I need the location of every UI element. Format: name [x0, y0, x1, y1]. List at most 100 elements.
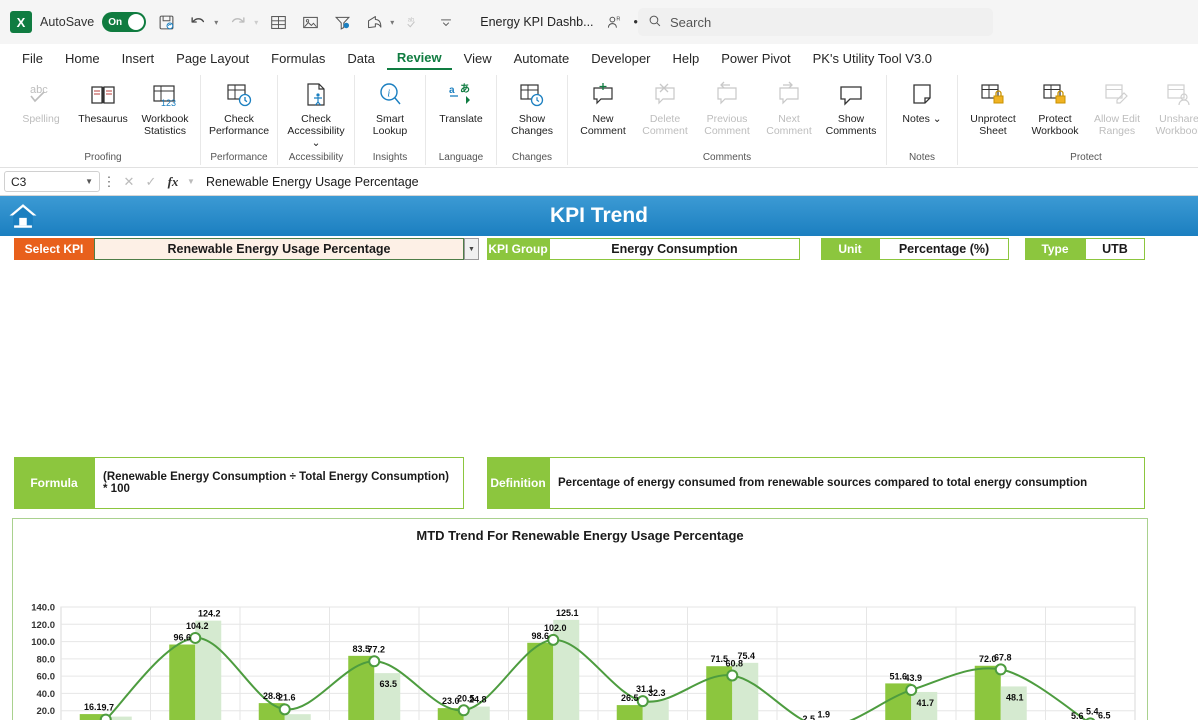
definition-value: Percentage of energy consumed from renew… — [549, 457, 1145, 509]
protect-workbook-button[interactable]: Protect Workbook — [1024, 75, 1086, 137]
dashboard-sheet: KPI Trend Select KPI Renewable Energy Us… — [0, 196, 1198, 720]
translate-label: Translate — [439, 113, 483, 125]
tab-developer[interactable]: Developer — [581, 48, 660, 69]
bar-actual[interactable] — [527, 642, 554, 720]
spelling-label: Spelling — [22, 113, 60, 125]
next-comment-button[interactable]: Next Comment — [758, 75, 820, 137]
undo-dropdown-icon[interactable]: ▾ — [214, 18, 218, 27]
group-name-notes: Notes — [908, 152, 936, 163]
share-dropdown-icon[interactable]: ▾ — [390, 18, 394, 27]
save-icon[interactable] — [154, 10, 178, 34]
mtd-chart-panel[interactable]: MTD Trend For Renewable Energy Usage Per… — [12, 518, 1148, 720]
allow-edit-ranges-icon — [1102, 79, 1132, 111]
tab-file[interactable]: File — [12, 48, 53, 69]
smart-lookup-button[interactable]: i Smart Lookup — [359, 75, 421, 137]
table-icon[interactable] — [266, 10, 290, 34]
toggle-knob — [128, 14, 145, 30]
bar-actual[interactable] — [169, 644, 196, 720]
excel-logo-icon: X — [10, 11, 32, 33]
check-accessibility-button[interactable]: Check Accessibility ⌄ — [282, 75, 350, 149]
previous-comment-label: Previous Comment — [704, 113, 750, 138]
tab-insert[interactable]: Insert — [112, 48, 165, 69]
ribbon: abc Spelling Thesaurus 123 Workbook Stat… — [0, 72, 1198, 168]
target-marker[interactable] — [636, 695, 649, 708]
data-label-target: 21.6 — [278, 692, 296, 702]
allow-edit-ranges-button[interactable]: Allow Edit Ranges — [1086, 75, 1148, 137]
kpi-group-value: Energy Consumption — [549, 238, 800, 260]
new-comment-icon — [588, 79, 618, 111]
page-title: KPI Trend — [549, 204, 649, 227]
unit-label: Unit — [821, 238, 879, 260]
notes-button[interactable]: Notes ⌄ — [891, 75, 953, 125]
permissions-icon[interactable]: R — [602, 10, 626, 34]
new-comment-button[interactable]: New Comment — [572, 75, 634, 137]
target-marker[interactable] — [994, 663, 1007, 676]
target-marker[interactable] — [99, 713, 112, 720]
formula-bar-input[interactable]: Renewable Energy Usage Percentage — [198, 171, 1194, 192]
spelling-button[interactable]: abc Spelling — [10, 75, 72, 125]
formula-bar-menu-icon[interactable]: ⋮ — [100, 174, 118, 190]
thesaurus-button[interactable]: Thesaurus — [72, 75, 134, 125]
target-marker[interactable] — [547, 633, 560, 646]
cancel-icon[interactable]: ✕ — [118, 174, 140, 190]
workbook-statistics-button[interactable]: 123 Workbook Statistics — [134, 75, 196, 137]
search-input[interactable]: Search — [638, 8, 993, 36]
name-box[interactable]: C3 ▼ — [4, 171, 100, 192]
more-commands-icon[interactable] — [434, 10, 458, 34]
group-name-comments: Comments — [702, 152, 752, 163]
kpi-selector-row: Select KPI Renewable Energy Usage Percen… — [0, 236, 1198, 262]
y-axis-tick-label: 80.0 — [37, 654, 56, 665]
tab-formulas[interactable]: Formulas — [261, 48, 335, 69]
formula-bar: C3 ▼ ⋮ ✕ ✓ fx ▼ Renewable Energy Usage P… — [0, 168, 1198, 196]
document-title[interactable]: Energy KPI Dashb... — [480, 15, 593, 29]
previous-comment-button[interactable]: Previous Comment — [696, 75, 758, 137]
svg-text:a: a — [449, 85, 455, 96]
select-kpi-chevron-down-icon[interactable]: ▼ — [464, 238, 479, 260]
delete-comment-button[interactable]: Delete Comment — [634, 75, 696, 137]
tab-power-pivot[interactable]: Power Pivot — [711, 48, 800, 69]
definition-label: Definition — [487, 457, 549, 509]
unprotect-sheet-button[interactable]: Unprotect Sheet — [962, 75, 1024, 137]
tab-view[interactable]: View — [454, 48, 502, 69]
unshare-workbook-button[interactable]: Unshare Workbook — [1148, 75, 1198, 137]
previous-comment-icon — [712, 79, 742, 111]
filter-icon[interactable] — [330, 10, 354, 34]
bar-actual[interactable] — [616, 705, 643, 720]
target-marker[interactable] — [189, 631, 202, 644]
share-icon[interactable] — [362, 10, 386, 34]
tab-pk-utility-tool[interactable]: PK's Utility Tool V3.0 — [803, 48, 942, 69]
name-box-chevron-down-icon[interactable]: ▼ — [85, 177, 93, 186]
tab-help[interactable]: Help — [663, 48, 710, 69]
undo-icon[interactable] — [186, 10, 210, 34]
target-marker[interactable] — [368, 655, 381, 668]
target-marker[interactable] — [457, 704, 470, 717]
target-marker[interactable] — [905, 684, 918, 697]
next-comment-icon — [774, 79, 804, 111]
enter-icon[interactable]: ✓ — [140, 174, 162, 190]
bar-py[interactable] — [553, 619, 580, 720]
check-performance-button[interactable]: Check Performance — [205, 75, 273, 137]
tab-data[interactable]: Data — [337, 48, 384, 69]
mtd-chart-canvas[interactable]: 0.020.040.060.080.0100.0120.0140.016.113… — [13, 543, 1147, 720]
show-comments-button[interactable]: Show Comments — [820, 75, 882, 137]
translate-button[interactable]: aあ Translate — [430, 75, 492, 125]
formula-bar-expand-icon[interactable]: ▼ — [184, 177, 198, 186]
bar-py[interactable] — [284, 714, 311, 720]
delete-comment-label: Delete Comment — [642, 113, 688, 138]
autosave-toggle[interactable]: On — [102, 12, 147, 32]
ribbon-group-performance: Check Performance Performance — [201, 75, 278, 165]
picture-icon[interactable] — [298, 10, 322, 34]
y-axis-tick-label: 60.0 — [37, 672, 56, 683]
tab-review[interactable]: Review — [386, 47, 452, 70]
target-marker[interactable] — [726, 669, 739, 682]
home-icon[interactable] — [6, 199, 40, 233]
group-name-insights: Insights — [372, 152, 408, 163]
tab-home[interactable]: Home — [55, 48, 110, 69]
tab-automate[interactable]: Automate — [504, 48, 580, 69]
target-marker[interactable] — [278, 703, 291, 716]
tab-page-layout[interactable]: Page Layout — [166, 48, 259, 69]
ribbon-group-notes: Notes ⌄ Notes — [887, 75, 958, 165]
select-kpi-dropdown[interactable]: Renewable Energy Usage Percentage — [94, 238, 464, 260]
insert-function-icon[interactable]: fx — [162, 174, 184, 190]
show-changes-button[interactable]: Show Changes — [501, 75, 563, 137]
